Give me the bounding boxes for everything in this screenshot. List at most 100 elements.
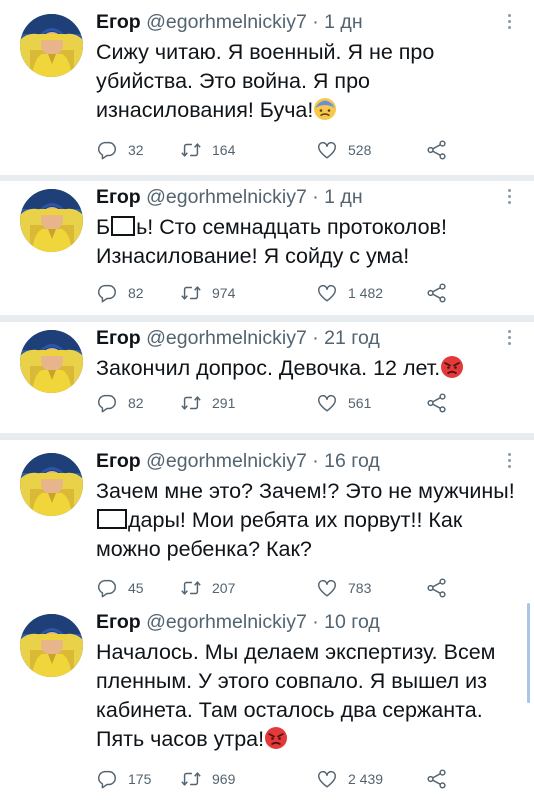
author-handle[interactable]: @egorhmelnickiy7 xyxy=(146,327,307,349)
reply-count: 175 xyxy=(128,771,152,787)
tweet[interactable]: Егор @egorhmelnickiy7 · 21 год Закончил … xyxy=(0,322,534,433)
tweet-divider xyxy=(0,433,534,440)
separator-dot: · xyxy=(312,611,319,633)
retweet-count: 974 xyxy=(212,285,236,301)
retweet-icon xyxy=(180,768,202,790)
author-handle[interactable]: @egorhmelnickiy7 xyxy=(146,11,307,33)
tweet[interactable]: Егор @egorhmelnickiy7 · 10 год Началось.… xyxy=(0,606,534,800)
share-button[interactable] xyxy=(426,392,448,414)
author-handle[interactable]: @egorhmelnickiy7 xyxy=(146,186,307,208)
timestamp[interactable]: 10 год xyxy=(324,611,380,633)
like-count: 783 xyxy=(348,580,372,596)
avatar[interactable] xyxy=(20,189,83,252)
tweet-text-part: Б xyxy=(96,215,111,239)
avatar[interactable] xyxy=(20,330,83,393)
more-options-icon[interactable] xyxy=(508,330,512,348)
tweet[interactable]: Егор @egorhmelnickiy7 · 1 дн Бь! Сто сем… xyxy=(0,181,534,315)
tweet-header: Егор @egorhmelnickiy7 · 1 дн xyxy=(96,10,363,34)
author-handle[interactable]: @egorhmelnickiy7 xyxy=(146,450,307,472)
reply-button[interactable]: 45 xyxy=(96,577,144,599)
avatar[interactable] xyxy=(20,14,83,77)
timestamp[interactable]: 1 дн xyxy=(324,11,362,33)
like-count: 528 xyxy=(348,142,372,158)
like-button[interactable]: 2 439 xyxy=(316,768,383,790)
tweet-text-part: Закончил допрос. Девочка. 12 лет. xyxy=(96,356,441,380)
retweet-button[interactable]: 164 xyxy=(180,139,235,161)
redaction-box xyxy=(111,216,136,236)
tweet-actions: 175 969 2 439 xyxy=(96,768,446,790)
like-button[interactable]: 561 xyxy=(316,392,371,414)
heart-icon xyxy=(316,392,338,414)
retweet-icon xyxy=(180,577,202,599)
tweet-actions: 82 974 1 482 xyxy=(96,282,446,304)
tweet-divider xyxy=(0,315,534,322)
author-name[interactable]: Егор xyxy=(96,186,141,208)
author-name[interactable]: Егор xyxy=(96,450,141,472)
reply-button[interactable]: 32 xyxy=(96,139,144,161)
share-button[interactable] xyxy=(426,282,448,304)
separator-dot: · xyxy=(312,11,319,33)
share-icon xyxy=(426,139,448,161)
heart-icon xyxy=(316,768,338,790)
like-button[interactable]: 528 xyxy=(316,139,371,161)
reply-button[interactable]: 82 xyxy=(96,392,144,414)
tweet-actions: 32 164 528 xyxy=(96,139,446,161)
heart-icon xyxy=(316,577,338,599)
tweet-actions: 45 207 783 xyxy=(96,577,446,599)
avatar[interactable] xyxy=(20,614,83,677)
more-options-icon[interactable] xyxy=(508,453,512,471)
author-name[interactable]: Егор xyxy=(96,11,141,33)
author-name[interactable]: Егор xyxy=(96,327,141,349)
retweet-button[interactable]: 969 xyxy=(180,768,235,790)
separator-dot: · xyxy=(312,327,319,349)
heart-icon xyxy=(316,139,338,161)
tweet-text-part: ь! Сто семнадцать протоколов! Изнасилова… xyxy=(96,215,447,268)
avatar[interactable] xyxy=(20,453,83,516)
separator-dot: · xyxy=(312,450,319,472)
share-button[interactable] xyxy=(426,139,448,161)
retweet-count: 164 xyxy=(212,142,236,158)
tweet-text: Бь! Сто семнадцать протоколов! Изнасилов… xyxy=(96,213,516,271)
tweet-text-part: Началось. Мы делаем экспертизу. Всем пле… xyxy=(96,640,496,751)
share-icon xyxy=(426,577,448,599)
like-button[interactable]: 1 482 xyxy=(316,282,383,304)
reply-button[interactable]: 82 xyxy=(96,282,144,304)
reply-button[interactable]: 175 xyxy=(96,768,151,790)
retweet-button[interactable]: 974 xyxy=(180,282,235,304)
reply-count: 32 xyxy=(128,142,144,158)
author-name[interactable]: Егор xyxy=(96,611,141,633)
tweet-text-part: дары! Мои ребята их порвут!! Как можно р… xyxy=(96,508,463,561)
more-options-icon[interactable] xyxy=(508,189,512,207)
tweet[interactable]: Егор @egorhmelnickiy7 · 1 дн Сижу читаю.… xyxy=(0,0,534,175)
tweet-header: Егор @egorhmelnickiy7 · 1 дн xyxy=(96,185,363,209)
like-button[interactable]: 783 xyxy=(316,577,371,599)
share-button[interactable] xyxy=(426,577,448,599)
retweet-count: 291 xyxy=(212,395,236,411)
author-handle[interactable]: @egorhmelnickiy7 xyxy=(146,611,307,633)
more-options-icon[interactable] xyxy=(508,14,512,32)
tweet-header: Егор @egorhmelnickiy7 · 21 год xyxy=(96,326,380,350)
tweet[interactable]: Егор @egorhmelnickiy7 · 16 год Зачем мне… xyxy=(0,440,534,606)
share-icon xyxy=(426,768,448,790)
reply-count: 45 xyxy=(128,580,144,596)
reply-icon xyxy=(96,577,118,599)
tweet-text-part: Сижу читаю. Я военный. Я не про убийства… xyxy=(96,40,435,122)
reply-count: 82 xyxy=(128,285,144,301)
retweet-button[interactable]: 291 xyxy=(180,392,235,414)
timestamp[interactable]: 21 год xyxy=(324,327,380,349)
tweet-actions: 82 291 561 xyxy=(96,392,446,414)
retweet-button[interactable]: 207 xyxy=(180,577,235,599)
share-button[interactable] xyxy=(426,768,448,790)
scrollbar[interactable] xyxy=(527,603,530,703)
like-count: 1 482 xyxy=(348,285,384,301)
share-icon xyxy=(426,392,448,414)
heart-icon xyxy=(316,282,338,304)
timestamp[interactable]: 1 дн xyxy=(324,186,362,208)
redaction-box xyxy=(97,509,127,529)
share-icon xyxy=(426,282,448,304)
angry-emoji-icon xyxy=(264,726,288,750)
tweet-header: Егор @egorhmelnickiy7 · 10 год xyxy=(96,610,380,634)
like-count: 2 439 xyxy=(348,771,384,787)
tweet-text: Закончил допрос. Девочка. 12 лет. xyxy=(96,354,516,383)
timestamp[interactable]: 16 год xyxy=(324,450,380,472)
